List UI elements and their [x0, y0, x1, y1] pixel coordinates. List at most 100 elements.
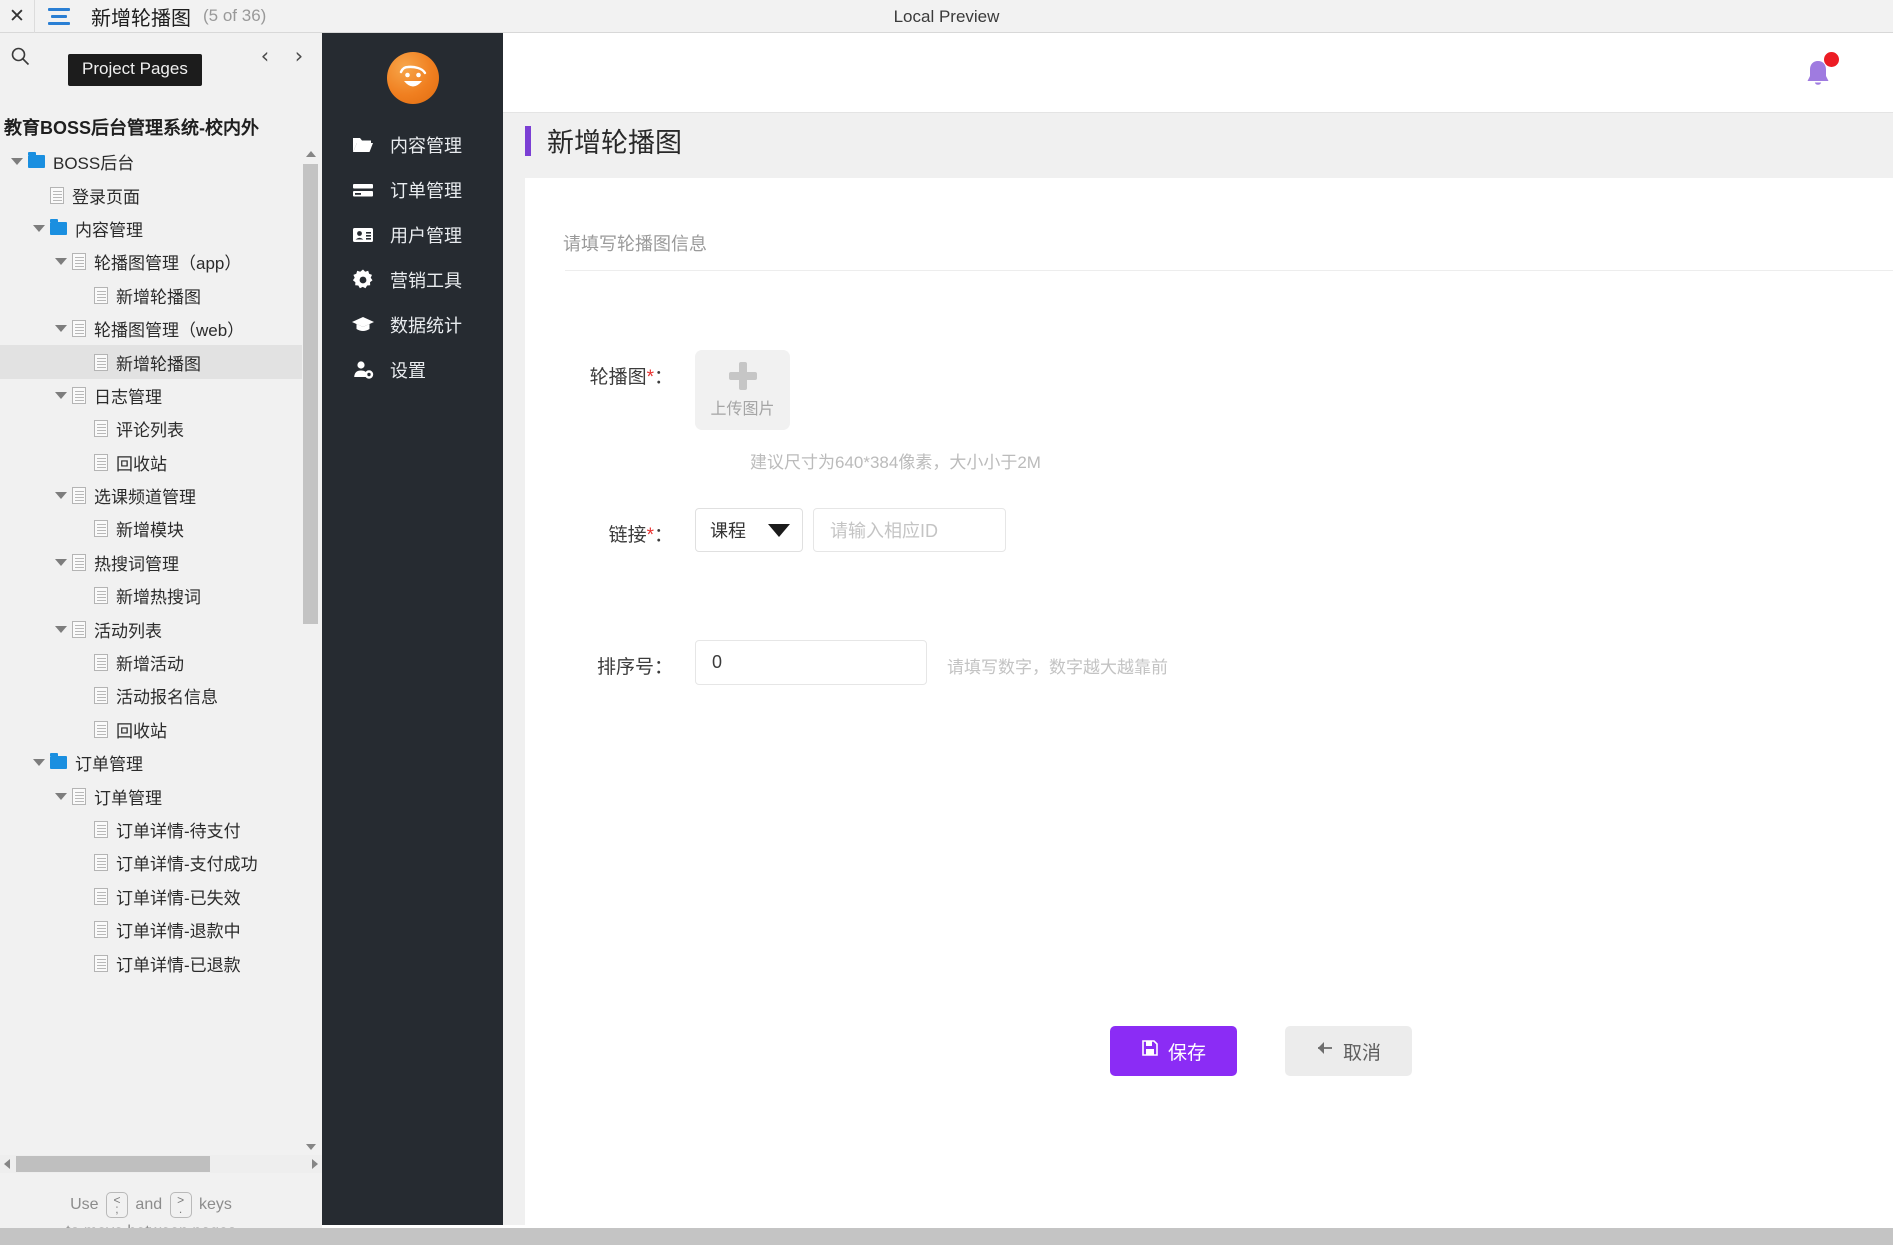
save-button-label: 保存	[1167, 1042, 1206, 1064]
scroll-up-arrow-icon[interactable]	[302, 145, 319, 162]
tree-item-label: 轮播图管理（web）	[94, 321, 245, 341]
tree-expand-caret-icon[interactable]	[50, 258, 72, 266]
tree-item[interactable]: 轮播图管理（app）	[0, 245, 302, 278]
prev-key-cap: < ;	[105, 1191, 128, 1218]
sidebar-item-3[interactable]: 用户管理	[322, 213, 503, 257]
image-upload-button[interactable]: 上传图片	[695, 350, 790, 430]
tree-item[interactable]: 轮播图管理（web）	[0, 312, 302, 345]
tree-expand-caret-icon[interactable]	[50, 492, 72, 500]
scroll-left-arrow-icon[interactable]	[0, 1155, 14, 1173]
tree-item[interactable]: 订单管理	[0, 779, 302, 812]
prev-page-arrow[interactable]: ‹	[252, 41, 278, 71]
sidebar-item-2[interactable]: 订单管理	[322, 168, 503, 212]
tree-item-label: 新增活动	[116, 655, 184, 675]
page-counter: (5 of 36)	[203, 6, 267, 25]
tree-item[interactable]: 回收站	[0, 446, 302, 479]
tree-vertical-scrollbar[interactable]	[302, 145, 319, 1155]
tree-item[interactable]: 内容管理	[0, 212, 302, 245]
sidebar-item-5[interactable]: 数据统计	[322, 303, 503, 347]
tree-item-label: 新增轮播图	[116, 354, 201, 374]
scroll-right-arrow-icon[interactable]	[308, 1155, 322, 1173]
tree-horizontal-scrollbar[interactable]	[0, 1155, 322, 1173]
tree-item[interactable]: 订单详情-支付成功	[0, 846, 302, 879]
tree-item[interactable]: 选课频道管理	[0, 479, 302, 512]
main-content: 新增轮播图 请填写轮播图信息 轮播图*： 上传图片 建议尺寸为640*384像素…	[503, 33, 1893, 1225]
tree-item-label: 订单详情-待支付	[116, 822, 241, 841]
sort-label-text: 排序号	[596, 657, 654, 678]
tree-expand-caret-icon[interactable]	[28, 224, 50, 232]
close-icon[interactable]: ✕	[0, 0, 34, 33]
plus-icon	[728, 361, 758, 391]
cancel-button[interactable]: 取消	[1285, 1026, 1412, 1076]
window-horizontal-scrollbar[interactable]	[0, 1228, 1893, 1245]
save-icon	[1141, 1039, 1159, 1063]
horizontal-scroll-thumb[interactable]	[16, 1156, 210, 1172]
tree-expand-caret-icon[interactable]	[50, 325, 72, 333]
search-icon[interactable]	[0, 33, 40, 78]
tree-item[interactable]: 新增活动	[0, 646, 302, 679]
tree-item[interactable]: 新增轮播图	[0, 345, 302, 379]
scroll-down-arrow-icon[interactable]	[302, 1138, 319, 1155]
tree-item[interactable]: 回收站	[0, 713, 302, 746]
page-title: 新增轮播图	[91, 7, 191, 30]
link-type-select[interactable]: 课程	[695, 508, 803, 552]
sidebar-item-4[interactable]: 营销工具	[322, 258, 503, 302]
folder-open-icon	[350, 133, 376, 157]
preview-mode-label: Local Preview	[893, 6, 1000, 26]
tree-item-label: 登录页面	[72, 187, 140, 207]
form-row-sort: 排序号： 0 请填写数字，数字越大越靠前	[553, 640, 1168, 685]
tree-expand-caret-icon[interactable]	[28, 759, 50, 767]
tree-item[interactable]: 日志管理	[0, 379, 302, 412]
tree-expand-caret-icon[interactable]	[50, 792, 72, 800]
link-id-input[interactable]: 请输入相应ID	[813, 508, 1006, 552]
page-icon	[94, 654, 108, 672]
tree-item[interactable]: 新增轮播图	[0, 279, 302, 312]
page-icon	[94, 453, 108, 471]
sidebar-item-label: 营销工具	[390, 271, 462, 291]
page-icon	[94, 587, 108, 605]
tree-item-label: 评论列表	[116, 421, 184, 441]
tree-expand-caret-icon[interactable]	[6, 158, 28, 166]
tree-expand-caret-icon[interactable]	[50, 625, 72, 633]
back-icon	[1316, 1039, 1334, 1063]
tree-item[interactable]: 订单详情-退款中	[0, 913, 302, 946]
sort-order-input[interactable]: 0	[695, 640, 927, 685]
page-icon	[94, 687, 108, 705]
tree-item-label: 内容管理	[75, 220, 143, 240]
vertical-scroll-thumb[interactable]	[303, 164, 318, 624]
tree-item[interactable]: 订单管理	[0, 746, 302, 779]
hamburger-menu-icon[interactable]	[35, 0, 83, 33]
tree-item[interactable]: 订单详情-已退款	[0, 946, 302, 979]
sort-order-hint: 请填写数字，数字越大越靠前	[947, 658, 1168, 677]
tree-expand-caret-icon[interactable]	[50, 391, 72, 399]
page-tree[interactable]: BOSS后台 登录页面 内容管理 轮播图管理（app） 新增轮播图 轮播图管理（web）新…	[0, 145, 302, 1155]
tree-item[interactable]: 活动报名信息	[0, 679, 302, 712]
link-required-mark: *	[646, 525, 654, 546]
project-name: 教育BOSS后台管理系统-校内外	[4, 118, 260, 138]
tree-item[interactable]: 热搜词管理	[0, 546, 302, 579]
tree-item[interactable]: 活动列表	[0, 612, 302, 645]
tree-item[interactable]: 登录页面	[0, 178, 302, 211]
page-icon	[50, 186, 64, 204]
sidebar-item-1[interactable]: 内容管理	[322, 123, 503, 167]
form-card-divider	[565, 270, 1893, 271]
application-top-bar: ✕ 新增轮播图 (5 of 36) Local Preview	[0, 0, 1893, 33]
tree-item[interactable]: 新增模块	[0, 512, 302, 545]
tree-item[interactable]: 订单详情-待支付	[0, 813, 302, 846]
tree-item[interactable]: 订单详情-已失效	[0, 880, 302, 913]
project-pages-tooltip: Project Pages	[68, 54, 202, 86]
tree-item-label: 活动报名信息	[116, 688, 218, 708]
save-button[interactable]: 保存	[1110, 1026, 1237, 1076]
image-label-colon: ：	[653, 367, 673, 388]
tree-expand-caret-icon[interactable]	[50, 558, 72, 566]
id-card-icon	[350, 223, 376, 247]
upload-button-label: 上传图片	[710, 401, 775, 418]
tree-item-label: 订单管理	[94, 788, 162, 808]
hint-prefix: Use	[70, 1196, 99, 1213]
tree-item[interactable]: 评论列表	[0, 412, 302, 445]
tree-item[interactable]: 新增热搜词	[0, 579, 302, 612]
sidebar-item-label: 内容管理	[390, 136, 462, 156]
sidebar-item-6[interactable]: 设置	[322, 348, 503, 392]
next-page-arrow[interactable]: ›	[286, 41, 312, 71]
tree-item[interactable]: BOSS后台	[0, 145, 302, 178]
